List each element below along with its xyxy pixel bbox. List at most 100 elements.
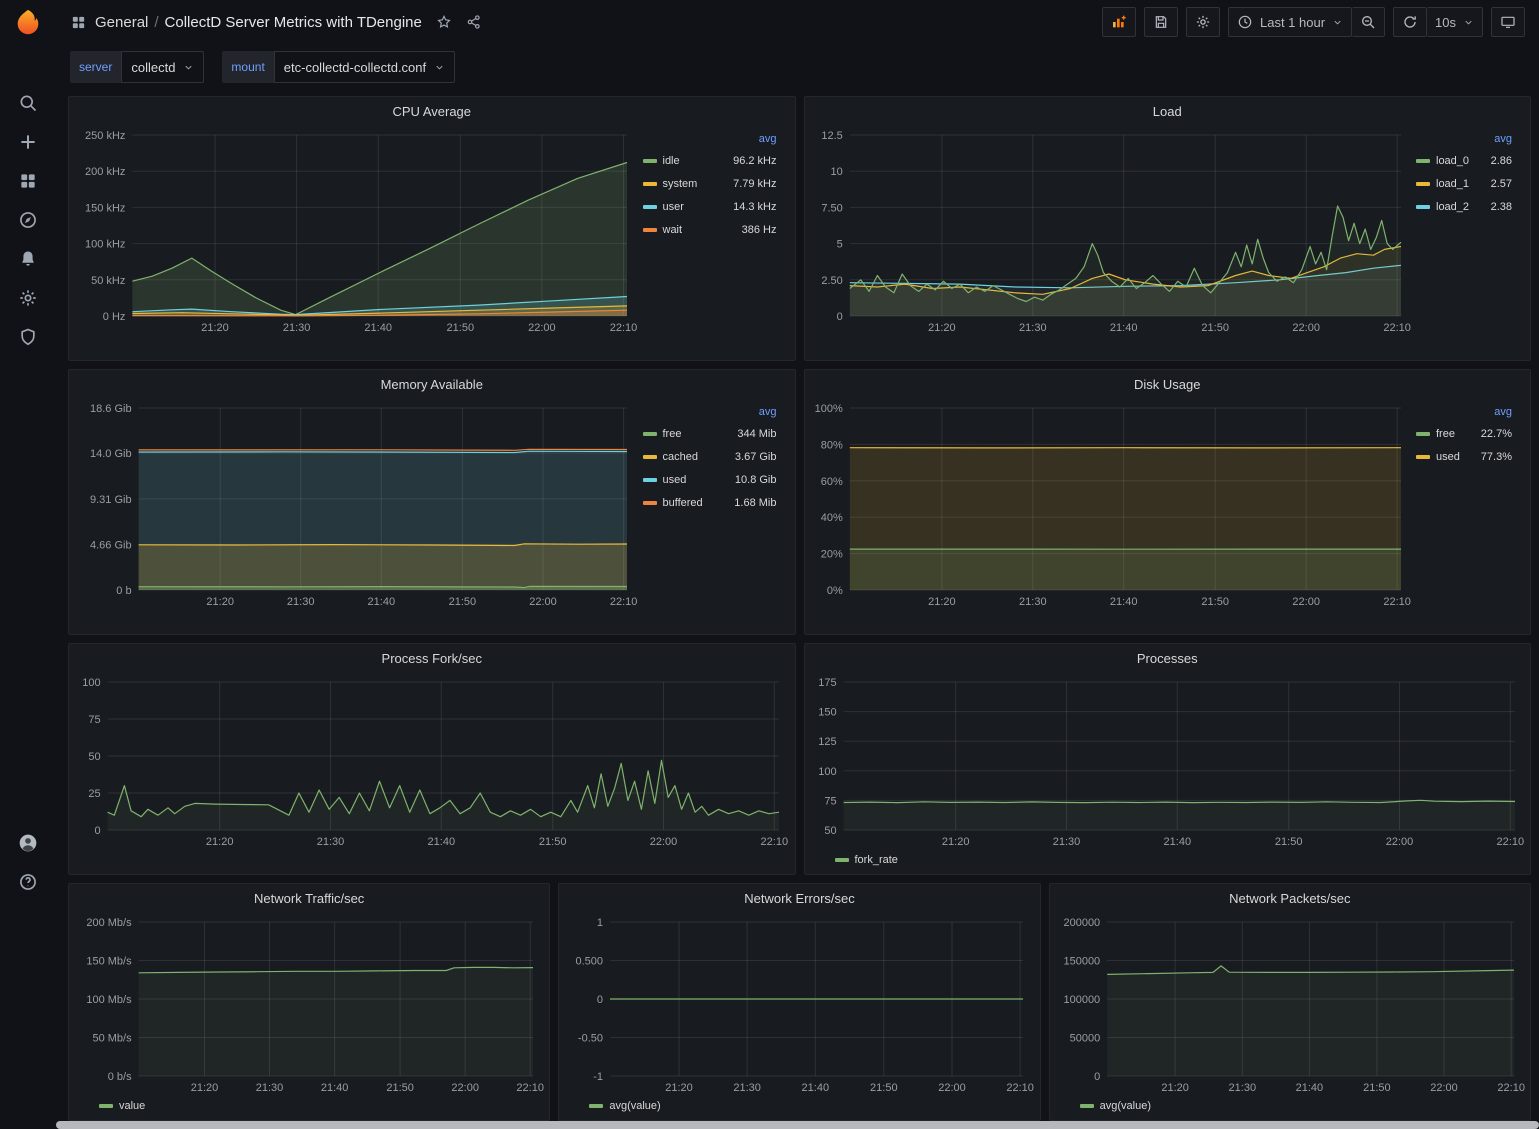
legend-item[interactable]: fork_rate bbox=[835, 849, 898, 872]
chart-svg[interactable]: -1-0.5000.500121:2021:3021:4021:5022:002… bbox=[563, 912, 1035, 1096]
series-name[interactable]: value bbox=[119, 1100, 145, 1112]
configuration-gear-icon[interactable] bbox=[8, 278, 48, 317]
legend-item[interactable]: free22.7% bbox=[1416, 422, 1512, 445]
dashboard-settings-button[interactable] bbox=[1186, 7, 1220, 37]
panel-header[interactable]: Network Traffic/sec bbox=[69, 884, 549, 912]
series-name[interactable]: load_0 bbox=[1436, 155, 1469, 167]
series-name[interactable]: used bbox=[663, 474, 687, 486]
series-name[interactable]: load_1 bbox=[1436, 178, 1469, 190]
legend-avg-header[interactable]: avg bbox=[1416, 402, 1512, 422]
legend-item[interactable]: load_12.57 bbox=[1416, 172, 1512, 195]
server-variable-select[interactable]: collectd bbox=[121, 51, 204, 83]
series-name[interactable]: user bbox=[663, 201, 684, 213]
legend-item[interactable]: avg(value) bbox=[1080, 1095, 1151, 1118]
star-icon[interactable] bbox=[436, 14, 452, 30]
breadcrumb-separator: / bbox=[154, 14, 158, 31]
disk-usage-chart[interactable]: 0%20%40%60%80%100%21:2021:3021:4021:5022… bbox=[809, 398, 1413, 610]
chart-svg[interactable]: 02.5057.501012.521:2021:3021:4021:5022:0… bbox=[809, 125, 1413, 336]
chart-svg[interactable]: 0%20%40%60%80%100%21:2021:3021:4021:5022… bbox=[809, 398, 1413, 610]
series-name[interactable]: avg(value) bbox=[1100, 1100, 1151, 1112]
svg-text:100: 100 bbox=[818, 766, 836, 778]
series-name[interactable]: free bbox=[663, 428, 682, 440]
legend-items: free22.7%used77.3% bbox=[1416, 422, 1512, 468]
help-icon[interactable] bbox=[8, 862, 48, 901]
processes-chart[interactable]: 507510012515017521:2021:3021:4021:5022:0… bbox=[809, 672, 1527, 850]
chart-svg[interactable]: 025507510021:2021:3021:4021:5022:0022:10 bbox=[73, 672, 791, 850]
chart-svg[interactable]: 0 b/s50 Mb/s100 Mb/s150 Mb/s200 Mb/s21:2… bbox=[73, 912, 545, 1096]
legend-item[interactable]: load_02.86 bbox=[1416, 149, 1512, 172]
panel-header[interactable]: Processes bbox=[805, 644, 1531, 672]
svg-text:2.50: 2.50 bbox=[821, 275, 842, 287]
series-avg-value: 1.68 Mib bbox=[734, 497, 776, 509]
zoom-out-button[interactable] bbox=[1352, 7, 1385, 37]
dashboards-grid-icon[interactable] bbox=[70, 14, 87, 31]
cpu-average-chart[interactable]: 0 Hz50 kHz100 kHz150 kHz200 kHz250 kHz21… bbox=[73, 125, 639, 336]
panel-legend: avg(value) bbox=[559, 1096, 1039, 1120]
series-name[interactable]: idle bbox=[663, 155, 680, 167]
process-fork-sec-chart[interactable]: 025507510021:2021:3021:4021:5022:0022:10 bbox=[73, 672, 791, 850]
refresh-button[interactable] bbox=[1393, 7, 1427, 37]
panel-header[interactable]: Process Fork/sec bbox=[69, 644, 795, 672]
series-color-swatch bbox=[643, 182, 657, 186]
series-name[interactable]: load_2 bbox=[1436, 201, 1469, 213]
refresh-interval-select[interactable]: 10s bbox=[1427, 7, 1483, 37]
legend-item[interactable]: used77.3% bbox=[1416, 445, 1512, 468]
series-name[interactable]: buffered bbox=[663, 497, 703, 509]
series-name[interactable]: wait bbox=[663, 224, 683, 236]
legend-item[interactable]: system7.79 kHz bbox=[643, 172, 777, 195]
legend-item[interactable]: user14.3 kHz bbox=[643, 195, 777, 218]
series-name[interactable]: avg(value) bbox=[609, 1100, 660, 1112]
panel-header[interactable]: Network Packets/sec bbox=[1050, 884, 1530, 912]
chart-svg[interactable]: 0 b4.66 Gib9.31 Gib14.0 Gib18.6 Gib21:20… bbox=[73, 398, 639, 610]
alerting-bell-icon[interactable] bbox=[8, 239, 48, 278]
time-range-picker[interactable]: Last 1 hour bbox=[1228, 7, 1352, 37]
svg-text:21:50: 21:50 bbox=[1201, 322, 1229, 334]
panel-title: Memory Available bbox=[381, 377, 483, 392]
dashboards-icon[interactable] bbox=[8, 161, 48, 200]
search-icon[interactable] bbox=[8, 83, 48, 122]
add-panel-button[interactable] bbox=[1102, 7, 1136, 37]
network-packets-sec-chart[interactable]: 05000010000015000020000021:2021:3021:402… bbox=[1054, 912, 1526, 1096]
horizontal-scrollbar[interactable] bbox=[56, 1121, 1539, 1129]
svg-text:1: 1 bbox=[597, 917, 603, 929]
legend-avg-header[interactable]: avg bbox=[643, 129, 777, 149]
grafana-logo[interactable] bbox=[13, 7, 43, 37]
network-errors-sec-chart[interactable]: -1-0.5000.500121:2021:3021:4021:5022:002… bbox=[563, 912, 1035, 1096]
legend-item[interactable]: load_22.38 bbox=[1416, 195, 1512, 218]
chart-svg[interactable]: 0 Hz50 kHz100 kHz150 kHz200 kHz250 kHz21… bbox=[73, 125, 639, 336]
series-name[interactable]: system bbox=[663, 178, 698, 190]
legend-item[interactable]: wait386 Hz bbox=[643, 218, 777, 241]
legend-item[interactable]: idle96.2 kHz bbox=[643, 149, 777, 172]
save-dashboard-button[interactable] bbox=[1144, 7, 1178, 37]
kiosk-mode-button[interactable] bbox=[1491, 7, 1525, 37]
panel-header[interactable]: Load bbox=[805, 97, 1531, 125]
legend-item[interactable]: free344 Mib bbox=[643, 422, 777, 445]
legend-avg-header[interactable]: avg bbox=[1416, 129, 1512, 149]
panel-header[interactable]: Network Errors/sec bbox=[559, 884, 1039, 912]
panel-header[interactable]: Memory Available bbox=[69, 370, 795, 398]
legend-item[interactable]: used10.8 Gib bbox=[643, 468, 777, 491]
legend-item[interactable]: cached3.67 Gib bbox=[643, 445, 777, 468]
breadcrumb-section[interactable]: General bbox=[95, 14, 148, 31]
legend-item[interactable]: avg(value) bbox=[589, 1095, 660, 1118]
explore-compass-icon[interactable] bbox=[8, 200, 48, 239]
chart-svg[interactable]: 507510012515017521:2021:3021:4021:5022:0… bbox=[809, 672, 1527, 850]
series-name[interactable]: cached bbox=[663, 451, 698, 463]
plus-icon[interactable] bbox=[8, 122, 48, 161]
share-icon[interactable] bbox=[466, 14, 482, 30]
panel-header[interactable]: CPU Average bbox=[69, 97, 795, 125]
legend-item[interactable]: buffered 1.68 Mib bbox=[643, 491, 777, 514]
series-name[interactable]: free bbox=[1436, 428, 1455, 440]
memory-available-chart[interactable]: 0 b4.66 Gib9.31 Gib14.0 Gib18.6 Gib21:20… bbox=[73, 398, 639, 610]
chart-svg[interactable]: 05000010000015000020000021:2021:3021:402… bbox=[1054, 912, 1526, 1096]
legend-item[interactable]: value bbox=[99, 1095, 145, 1118]
legend-avg-header[interactable]: avg bbox=[643, 402, 777, 422]
series-name[interactable]: used bbox=[1436, 451, 1460, 463]
user-avatar[interactable] bbox=[8, 823, 48, 862]
network-traffic-sec-chart[interactable]: 0 b/s50 Mb/s100 Mb/s150 Mb/s200 Mb/s21:2… bbox=[73, 912, 545, 1096]
mount-variable-select[interactable]: etc-collectd-collectd.conf bbox=[274, 51, 455, 83]
admin-shield-icon[interactable] bbox=[8, 317, 48, 356]
series-name[interactable]: fork_rate bbox=[855, 854, 898, 866]
load-chart[interactable]: 02.5057.501012.521:2021:3021:4021:5022:0… bbox=[809, 125, 1413, 336]
panel-header[interactable]: Disk Usage bbox=[805, 370, 1531, 398]
